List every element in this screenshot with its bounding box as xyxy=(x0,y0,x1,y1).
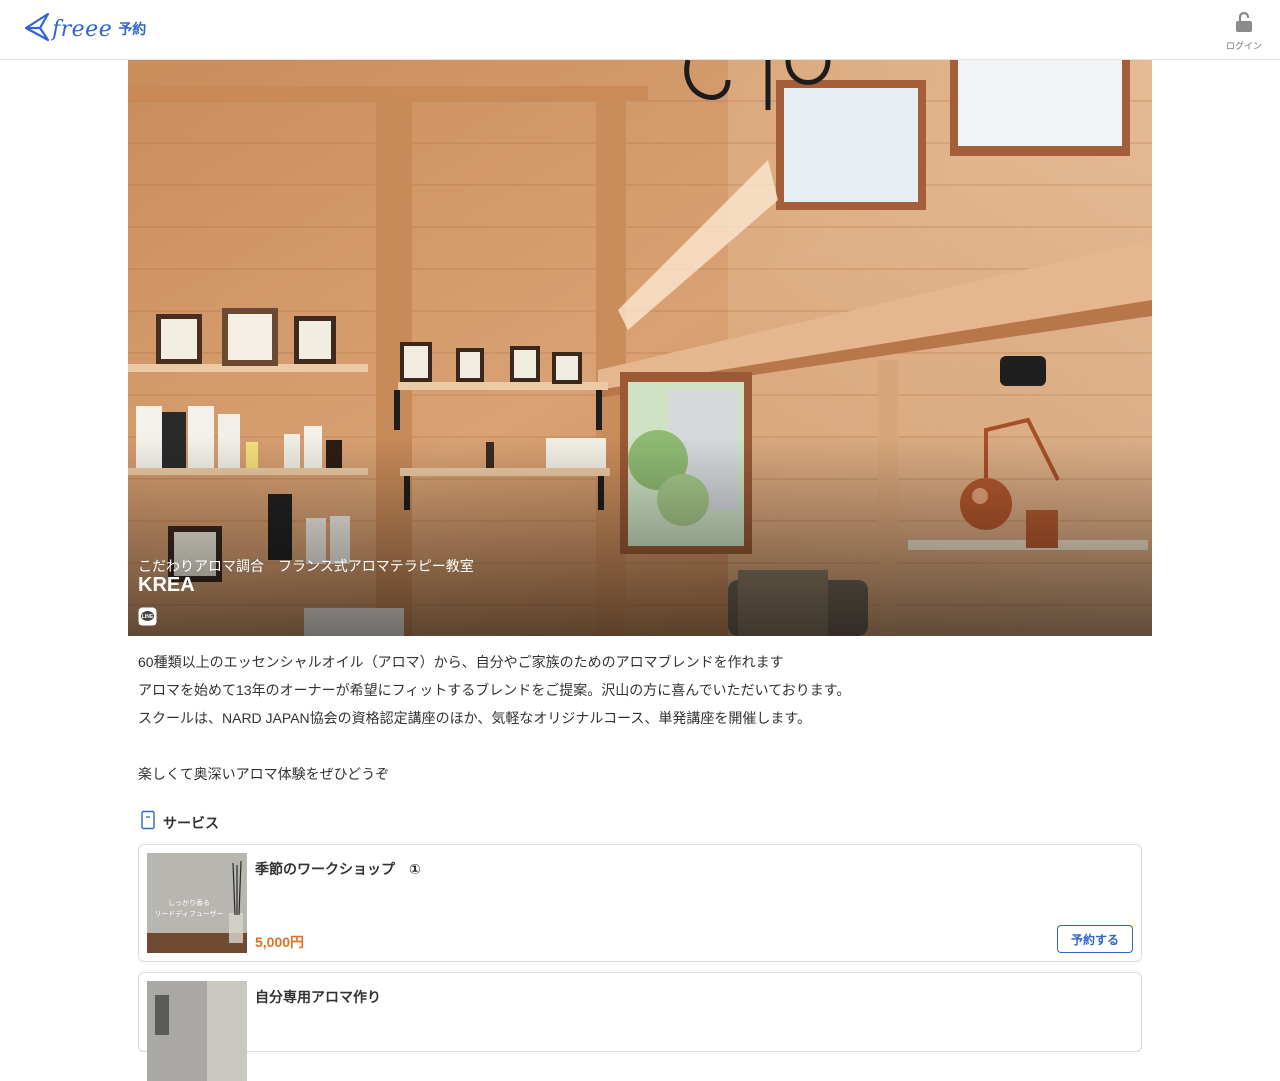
description-line: 60種類以上のエッセンシャルオイル（アロマ）から、自分やご家族のためのアロマブレ… xyxy=(138,654,784,670)
shop-subtitle: こだわりアロマ調合 フランス式アロマテラピー教室 xyxy=(138,558,474,574)
service-title: 自分専用アロマ作り xyxy=(255,989,381,1005)
hero-gradient xyxy=(128,436,1152,636)
paper-plane-icon xyxy=(24,12,50,47)
svg-text:LINE: LINE xyxy=(142,614,154,620)
menu-book-icon xyxy=(140,810,156,835)
svg-text:リードディフューザー: リードディフューザー xyxy=(154,909,223,918)
shop-description: 60種類以上のエッセンシャルオイル（アロマ）から、自分やご家族のためのアロマブレ… xyxy=(138,648,1138,788)
service-thumbnail: しっかり香る リードディフューザー xyxy=(147,853,247,953)
login-label: ログイン xyxy=(1226,41,1263,51)
services-heading-label: サービス xyxy=(163,814,219,831)
logo-service-label: 予約 xyxy=(118,21,147,37)
shop-name: KREA xyxy=(138,574,195,596)
reserve-button[interactable]: 予約する xyxy=(1057,925,1133,953)
freee-logo[interactable]: freee 予約 xyxy=(24,12,147,47)
service-card[interactable]: 自分専用アロマ作り xyxy=(138,972,1142,1081)
service-price: 5,000円 xyxy=(255,934,305,950)
service-title: 季節のワークショップ ① xyxy=(255,861,421,877)
line-icon[interactable]: LINE xyxy=(138,607,217,626)
description-line: スクールは、NARD JAPAN協会の資格認定講座のほか、気軽なオリジナルコース… xyxy=(138,710,811,726)
svg-text:しっかり香る: しっかり香る xyxy=(168,898,210,907)
logo-word: freee xyxy=(52,16,113,42)
lock-icon xyxy=(1235,11,1253,36)
social-links: LINE xyxy=(138,607,217,626)
description-line: 楽しくて奥深いアロマ体験をぜひどうぞ xyxy=(138,766,390,782)
description-line xyxy=(138,732,1138,760)
service-thumbnail xyxy=(147,981,247,1081)
service-card[interactable]: しっかり香る リードディフューザー 季節のワークショップ ① 5,000円 予約… xyxy=(138,844,1142,962)
hero-banner: こだわりアロマ調合 フランス式アロマテラピー教室 KREA LINE xyxy=(128,60,1152,636)
description-line: アロマを始めて13年のオーナーが希望にフィットするブレンドをご提案。沢山の方に喜… xyxy=(138,682,851,698)
top-bar: freee 予約 ログイン xyxy=(0,0,1280,60)
login-button[interactable]: ログイン xyxy=(1226,11,1263,52)
services-heading: サービス xyxy=(140,810,219,835)
instagram-icon[interactable] xyxy=(138,607,187,626)
